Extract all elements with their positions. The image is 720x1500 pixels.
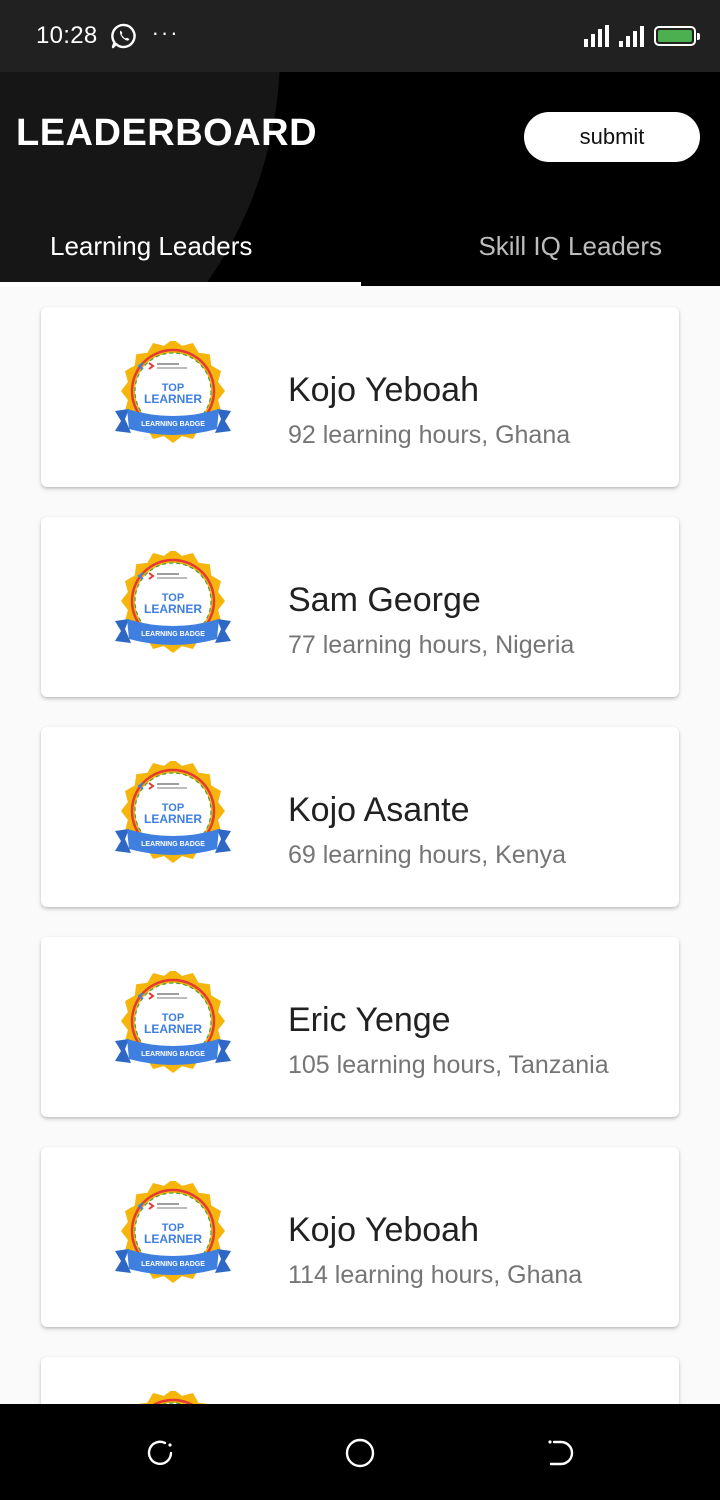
- top-learner-badge-icon: TOP LEARNER LEARNING BADGE: [113, 759, 233, 871]
- leader-card[interactable]: TOP LEARNER LEARNING BADGE: [41, 1357, 679, 1404]
- tab-bar: Learning Leaders Skill IQ Leaders: [0, 212, 720, 286]
- signal-icon: [584, 25, 609, 47]
- leader-name: Kojo Yeboah: [288, 1211, 479, 1249]
- badge-line2: LEARNER: [144, 812, 202, 826]
- tab-skill-iq-leaders[interactable]: Skill IQ Leaders: [360, 212, 720, 286]
- navigation-bar: [0, 1404, 720, 1500]
- more-notifications-icon: ···: [151, 20, 180, 45]
- status-bar: 10:28 ···: [0, 0, 720, 72]
- leader-card[interactable]: TOP LEARNER LEARNING BADGE Kojo Asante 69…: [41, 727, 679, 907]
- battery-icon: [654, 26, 700, 46]
- leader-card[interactable]: TOP LEARNER LEARNING BADGE Kojo Yeboah 92…: [41, 307, 679, 487]
- page-title: LEADERBOARD: [16, 112, 318, 154]
- app-bar: LEADERBOARD submit Learning Leaders Skil…: [0, 72, 720, 286]
- status-indicators: [584, 25, 700, 47]
- leader-card[interactable]: TOP LEARNER LEARNING BADGE Kojo Yeboah 11…: [41, 1147, 679, 1327]
- signal-icon: [619, 25, 644, 47]
- leader-hours-country: 114 learning hours, Ghana: [288, 1261, 583, 1289]
- whatsapp-icon: [110, 22, 138, 50]
- leader-card[interactable]: TOP LEARNER LEARNING BADGE Sam George 77 …: [41, 517, 679, 697]
- tab-learning-leaders[interactable]: Learning Leaders: [0, 212, 360, 286]
- leader-name: Kojo Asante: [288, 791, 470, 829]
- top-learner-badge-icon: TOP LEARNER LEARNING BADGE: [113, 339, 233, 451]
- badge-ribbon: LEARNING BADGE: [141, 421, 205, 428]
- top-learner-badge-icon: TOP LEARNER LEARNING BADGE: [113, 1389, 233, 1404]
- badge-line2: LEARNER: [144, 602, 202, 616]
- leader-name: Eric Yenge: [288, 1001, 451, 1039]
- leader-hours-country: 92 learning hours, Ghana: [288, 421, 571, 449]
- status-time: 10:28: [36, 22, 98, 49]
- badge-line2: LEARNER: [144, 392, 202, 406]
- leaders-list[interactable]: TOP LEARNER LEARNING BADGE Kojo Yeboah 92…: [0, 286, 720, 1404]
- badge-line2: LEARNER: [144, 1232, 202, 1246]
- top-learner-badge-icon: TOP LEARNER LEARNING BADGE: [113, 1179, 233, 1291]
- leader-card[interactable]: TOP LEARNER LEARNING BADGE Eric Yenge 105…: [41, 937, 679, 1117]
- top-learner-badge-icon: TOP LEARNER LEARNING BADGE: [113, 969, 233, 1081]
- badge-ribbon: LEARNING BADGE: [141, 1261, 205, 1268]
- leader-name: Sam George: [288, 581, 481, 619]
- top-learner-badge-icon: TOP LEARNER LEARNING BADGE: [113, 549, 233, 661]
- leader-name: Kojo Yeboah: [288, 371, 479, 409]
- badge-ribbon: LEARNING BADGE: [141, 841, 205, 848]
- badge-line2: LEARNER: [144, 1022, 202, 1036]
- leader-hours-country: 105 learning hours, Tanzania: [288, 1051, 609, 1079]
- leader-hours-country: 69 learning hours, Kenya: [288, 841, 566, 869]
- badge-ribbon: LEARNING BADGE: [141, 1051, 205, 1058]
- leader-hours-country: 77 learning hours, Nigeria: [288, 631, 575, 659]
- submit-button[interactable]: submit: [524, 112, 700, 162]
- home-icon[interactable]: [345, 1438, 375, 1468]
- back-icon[interactable]: [545, 1438, 575, 1468]
- badge-ribbon: LEARNING BADGE: [141, 631, 205, 638]
- recent-apps-icon[interactable]: [145, 1438, 175, 1468]
